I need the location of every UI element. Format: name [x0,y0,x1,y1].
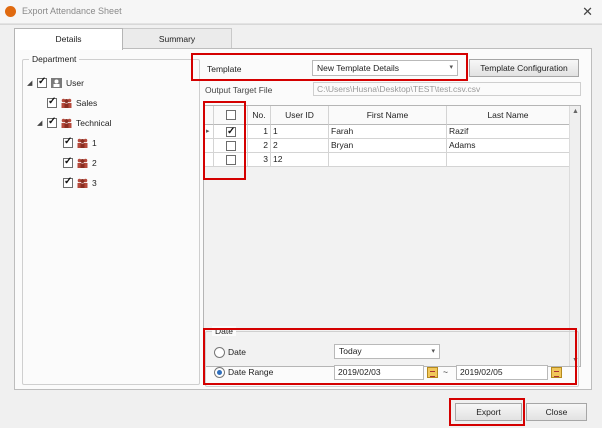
date-preset-select[interactable]: Today ▾ [334,344,440,359]
cell-first-name[interactable]: Farah [329,125,447,139]
tree-label-technical: Technical [76,118,112,128]
group-icon [61,98,72,108]
current-row-icon: ▸ [204,125,214,139]
tree-checkbox-1[interactable] [63,136,73,148]
tree-checkbox-sales[interactable] [47,96,57,108]
template-select[interactable]: New Template Details ▾ [312,60,458,76]
row-checkbox[interactable] [226,155,236,165]
cell-last-name[interactable]: Adams [447,139,570,153]
expand-icon[interactable]: ◢ [27,79,37,87]
row-select-cell[interactable] [214,153,248,167]
cell-user-id[interactable]: 12 [271,153,329,167]
tree-node-3[interactable]: 3 [63,176,97,190]
date-range-radio[interactable] [214,367,225,378]
column-header-last-name[interactable]: Last Name [447,106,570,125]
group-icon [61,118,72,128]
cell-user-id[interactable]: 1 [271,125,329,139]
row-indicator-header [204,106,214,125]
cell-no[interactable]: 2 [248,139,271,153]
tree-checkbox-3[interactable] [63,176,73,188]
template-label: Template [207,64,242,74]
department-group: Department ◢ User Sales ◢ Technica [22,54,200,385]
cell-first-name[interactable] [329,153,447,167]
window-title: Export Attendance Sheet [22,6,122,16]
group-icon [77,158,88,168]
column-header-user-id[interactable]: User ID [271,106,329,125]
expand-icon[interactable]: ◢ [37,119,47,127]
column-header-first-name[interactable]: First Name [329,106,447,125]
group-icon [77,138,88,148]
column-header-no[interactable]: No. [248,106,271,125]
select-all-header[interactable] [214,106,248,125]
template-selected-value: New Template Details [317,63,400,73]
date-range-radio-label[interactable]: Date Range [228,367,273,377]
date-legend: Date [212,326,236,336]
grid-vertical-scrollbar[interactable]: ▲ ▼ [569,106,580,366]
row-indicator-cell [204,153,214,167]
user-icon [51,78,62,88]
chevron-down-icon[interactable]: ▾ [431,345,435,358]
date-group: Date Date Today ▾ Date Range 2019/02/03 … [205,326,579,387]
calendar-icon[interactable] [551,367,562,378]
tree-checkbox-user[interactable] [37,76,47,88]
row-select-cell[interactable] [214,125,248,139]
close-window-icon[interactable]: ✕ [582,4,593,20]
row-checkbox[interactable] [226,141,236,151]
tree-label-sales: Sales [76,98,98,108]
template-configuration-button[interactable]: Template Configuration [469,59,579,77]
cell-user-id[interactable]: 2 [271,139,329,153]
tree-label-3: 3 [92,178,97,188]
tree-label-1: 1 [92,138,97,148]
row-indicator-cell [204,139,214,153]
date-range-separator: ~ [443,367,448,377]
date-range-to-input[interactable]: 2019/02/05 [456,365,548,380]
table-row[interactable]: ▸ 1 1 Farah Razif [204,125,570,139]
cell-first-name[interactable]: Bryan [329,139,447,153]
table-row[interactable]: 2 2 Bryan Adams [204,139,570,153]
department-legend: Department [29,54,80,64]
row-select-cell[interactable] [214,139,248,153]
cell-no[interactable]: 1 [248,125,271,139]
date-preset-value: Today [339,346,362,356]
tree-node-user[interactable]: ◢ User [27,76,84,90]
row-checkbox[interactable] [226,125,236,138]
cell-last-name[interactable]: Razif [447,125,570,139]
tree-checkbox-2[interactable] [63,156,73,168]
tree-node-1[interactable]: 1 [63,136,97,150]
select-all-checkbox[interactable] [225,110,236,120]
output-path-field[interactable]: C:\Users\Husna\Desktop\TEST\test.csv.csv [313,82,581,96]
cell-no[interactable]: 3 [248,153,271,167]
grid-header-row: No. User ID First Name Last Name [204,106,570,125]
export-button[interactable]: Export [455,403,522,421]
tab-summary[interactable]: Summary [122,28,232,49]
app-icon [5,6,16,17]
details-tab-page: Department ◢ User Sales ◢ Technica [14,48,592,390]
tree-label-2: 2 [92,158,97,168]
tree-label-user: User [66,78,84,88]
tree-node-sales[interactable]: Sales [47,96,97,110]
scroll-up-icon[interactable]: ▲ [572,108,579,115]
tab-details[interactable]: Details [14,28,123,50]
close-button[interactable]: Close [526,403,587,421]
title-bar: Export Attendance Sheet ✕ [0,0,602,24]
date-radio[interactable] [214,347,225,358]
chevron-down-icon[interactable]: ▾ [449,61,453,75]
cell-last-name[interactable] [447,153,570,167]
output-target-label: Output Target File [205,85,273,95]
tree-node-2[interactable]: 2 [63,156,97,170]
tree-node-technical[interactable]: ◢ Technical [37,116,111,130]
tree-checkbox-technical[interactable] [47,116,57,128]
group-icon [77,178,88,188]
table-row[interactable]: 3 12 [204,153,570,167]
date-range-from-input[interactable]: 2019/02/03 [334,365,424,380]
date-radio-label[interactable]: Date [228,347,246,357]
calendar-icon[interactable] [427,367,438,378]
employee-grid: No. User ID First Name Last Name ▸ 1 1 F… [203,105,581,367]
